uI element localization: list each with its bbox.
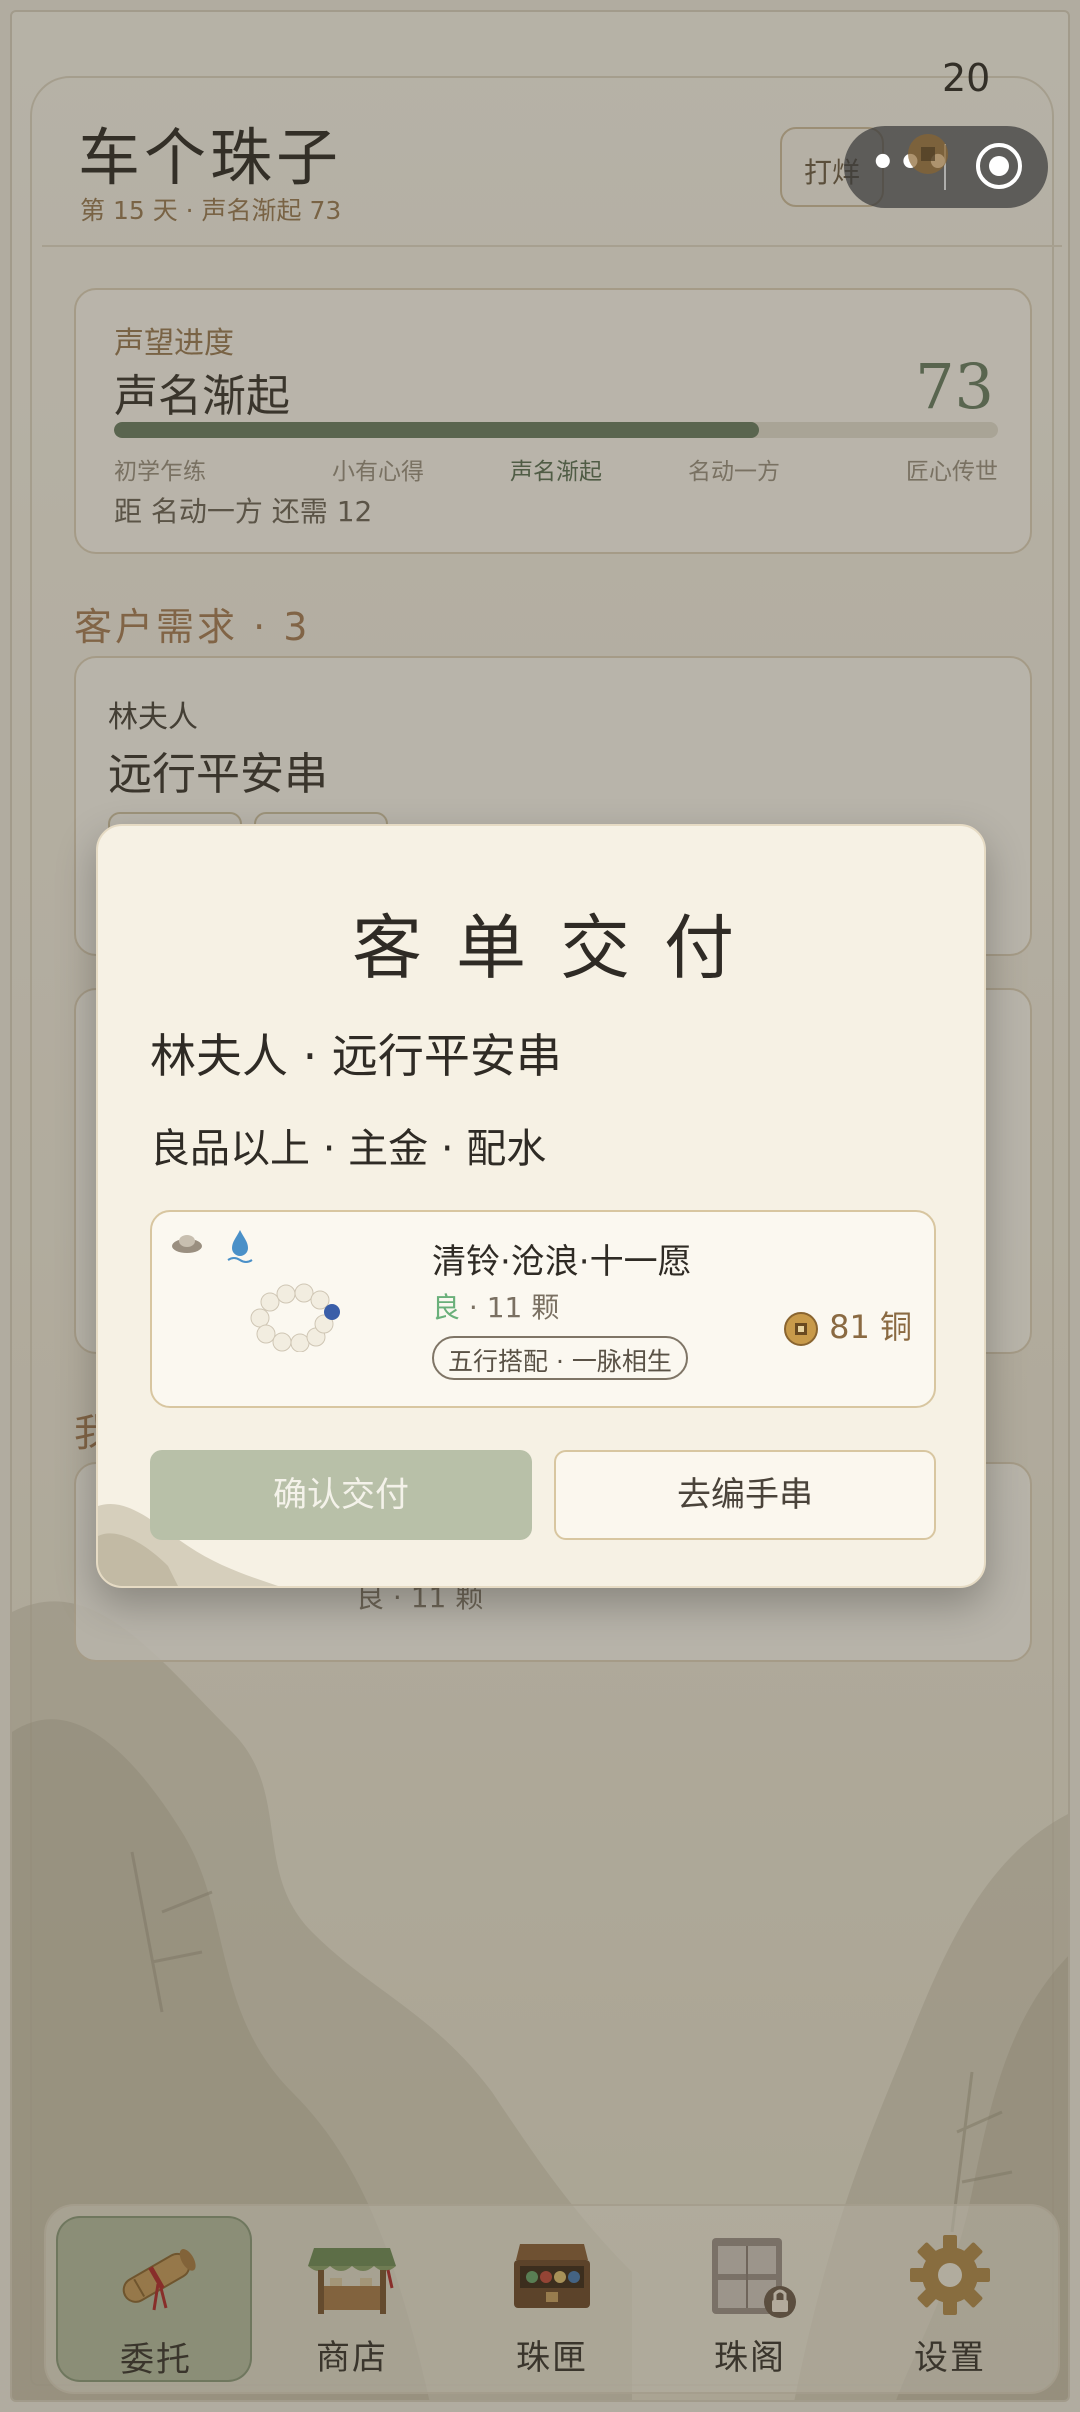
copper-coin-icon bbox=[784, 1312, 819, 1346]
water-drop-icon bbox=[227, 1230, 253, 1263]
modal-title: 客单交付 bbox=[352, 907, 768, 989]
order-summary: 林夫人 · 远行平安串 bbox=[150, 1029, 562, 1083]
delivery-modal: 客单交付 林夫人 · 远行平安串 良品以上 · 主金 · 配水 清铃·沧浪·十一… bbox=[96, 824, 986, 1588]
price-value: 81 铜 bbox=[829, 1308, 912, 1346]
close-miniprogram-icon[interactable] bbox=[976, 143, 1022, 189]
bracelet-name: 清铃·沧浪·十一愿 bbox=[432, 1242, 692, 1282]
order-requirements: 良品以上 · 主金 · 配水 bbox=[150, 1126, 547, 1172]
bead-count: · 11 颗 bbox=[468, 1291, 560, 1324]
bracelet-price: 81 铜 bbox=[783, 1302, 912, 1348]
bead-bracelet-image bbox=[250, 1283, 340, 1352]
go-weave-button[interactable]: 去编手串 bbox=[554, 1450, 936, 1540]
bracelet-grade-row: 良 · 11 颗 bbox=[432, 1286, 559, 1326]
confirm-delivery-button[interactable]: 确认交付 bbox=[150, 1450, 532, 1540]
coin-icon bbox=[908, 134, 948, 174]
bracelet-card[interactable]: 清铃·沧浪·十一愿 良 · 11 颗 五行搭配 · 一脉相生 81 铜 bbox=[150, 1210, 936, 1408]
gold-ingot-icon bbox=[172, 1235, 202, 1253]
five-elements-tag: 五行搭配 · 一脉相生 bbox=[432, 1336, 688, 1380]
bracelet-grade: 良 bbox=[432, 1291, 461, 1324]
